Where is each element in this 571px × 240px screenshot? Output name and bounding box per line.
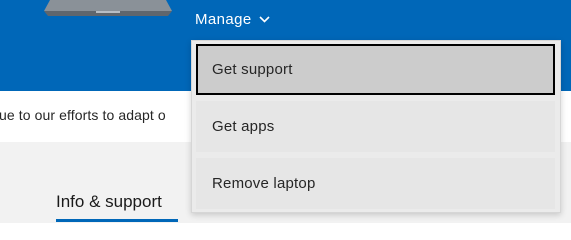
laptop-icon	[44, 0, 172, 16]
tab-info-support[interactable]: Info & support	[56, 192, 162, 212]
menu-item-get-support[interactable]: Get support	[196, 44, 555, 95]
menu-item-remove-laptop[interactable]: Remove laptop	[196, 158, 555, 209]
manage-button[interactable]: Manage	[195, 7, 270, 31]
manage-dropdown-menu: Get support Get apps Remove laptop	[191, 40, 561, 213]
active-tab-indicator	[56, 219, 178, 222]
notice-text: ue to our efforts to adapt o	[0, 107, 166, 123]
menu-item-label: Get apps	[212, 118, 275, 135]
chevron-down-icon	[259, 15, 270, 23]
manage-button-label: Manage	[195, 10, 252, 28]
menu-item-get-apps[interactable]: Get apps	[196, 101, 555, 152]
menu-item-label: Get support	[212, 61, 293, 78]
menu-item-label: Remove laptop	[212, 175, 316, 192]
